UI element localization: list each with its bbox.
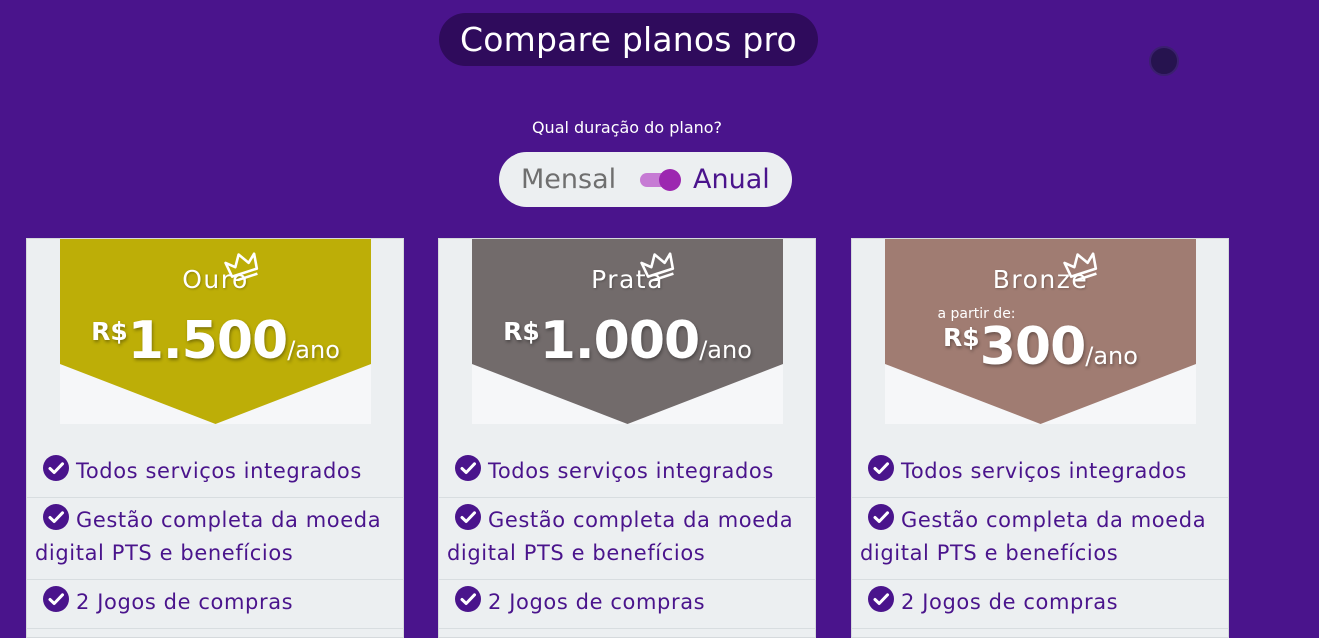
feature-text: Todos serviços integrados xyxy=(488,459,774,483)
plan-name: Bronze xyxy=(992,265,1089,294)
feature-item: Gestão completa da moeda digital PTS e b… xyxy=(439,498,815,580)
check-circle-icon xyxy=(868,586,894,612)
check-circle-icon xyxy=(43,504,69,530)
feature-list: Todos serviços integrados Gestão complet… xyxy=(852,449,1228,629)
price-amount: 1.000 xyxy=(539,311,700,371)
plan-price: R$1.000/ano xyxy=(472,311,783,371)
option-annual[interactable]: Anual xyxy=(693,152,770,207)
feature-text: 2 Jogos de compras xyxy=(76,590,294,614)
feature-item: 2 Jogos de compras xyxy=(27,580,403,629)
crown-icon xyxy=(640,252,675,281)
crown-icon xyxy=(1063,252,1098,281)
plan-card-silver: Prata R$1.000/ano Todos serviços integra… xyxy=(438,238,816,638)
check-circle-icon xyxy=(455,586,481,612)
duration-question: Qual duração do plano? xyxy=(531,118,723,137)
check-circle-icon xyxy=(868,504,894,530)
feature-item: 2 Jogos de compras xyxy=(852,580,1228,629)
plan-name: Ouro xyxy=(182,265,249,294)
crown-icon xyxy=(224,252,259,281)
page-title: Compare planos pro xyxy=(439,13,818,66)
price-period: /ano xyxy=(287,336,340,364)
feature-text: Todos serviços integrados xyxy=(76,459,362,483)
price-period: /ano xyxy=(699,336,752,364)
feature-text: Gestão completa da moeda digital PTS e b… xyxy=(35,508,382,565)
price-currency: R$ xyxy=(503,317,540,346)
check-circle-icon xyxy=(43,455,69,481)
plan-card-gold: Ouro R$1.500/ano Todos serviços integrad… xyxy=(26,238,404,638)
feature-text: Gestão completa da moeda digital PTS e b… xyxy=(860,508,1207,565)
feature-text: Gestão completa da moeda digital PTS e b… xyxy=(447,508,794,565)
plan-price: R$1.500/ano xyxy=(60,311,371,371)
feature-list: Todos serviços integrados Gestão complet… xyxy=(439,449,815,629)
plan-card-bronze: Bronze a partir de: R$300/ano Todos serv… xyxy=(851,238,1229,638)
option-monthly[interactable]: Mensal xyxy=(521,152,616,207)
plan-banner: Ouro R$1.500/ano xyxy=(60,239,371,424)
check-circle-icon xyxy=(455,504,481,530)
check-circle-icon xyxy=(455,455,481,481)
price-amount: 1.500 xyxy=(127,311,288,371)
price-currency: R$ xyxy=(91,317,128,346)
plan-banner: Bronze a partir de: R$300/ano xyxy=(885,239,1196,424)
check-circle-icon xyxy=(43,586,69,612)
duration-switch[interactable] xyxy=(640,169,682,191)
duration-toggle[interactable]: Mensal Anual xyxy=(499,152,792,207)
check-circle-icon xyxy=(868,455,894,481)
price-currency: R$ xyxy=(943,323,980,352)
feature-text: Todos serviços integrados xyxy=(901,459,1187,483)
plan-price: R$300/ano xyxy=(885,317,1196,377)
feature-item: Gestão completa da moeda digital PTS e b… xyxy=(852,498,1228,580)
feature-item: 2 Jogos de compras xyxy=(439,580,815,629)
price-amount: 300 xyxy=(979,317,1087,377)
feature-text: 2 Jogos de compras xyxy=(901,590,1119,614)
feature-item: Gestão completa da moeda digital PTS e b… xyxy=(27,498,403,580)
plan-banner: Prata R$1.000/ano xyxy=(472,239,783,424)
feature-list: Todos serviços integrados Gestão complet… xyxy=(27,449,403,629)
floating-action-dot[interactable] xyxy=(1149,46,1179,76)
feature-item: Todos serviços integrados xyxy=(852,449,1228,498)
feature-text: 2 Jogos de compras xyxy=(488,590,706,614)
plan-name: Prata xyxy=(591,265,664,294)
feature-item: Todos serviços integrados xyxy=(27,449,403,498)
price-period: /ano xyxy=(1085,342,1138,370)
feature-item: Todos serviços integrados xyxy=(439,449,815,498)
switch-knob xyxy=(659,169,681,191)
